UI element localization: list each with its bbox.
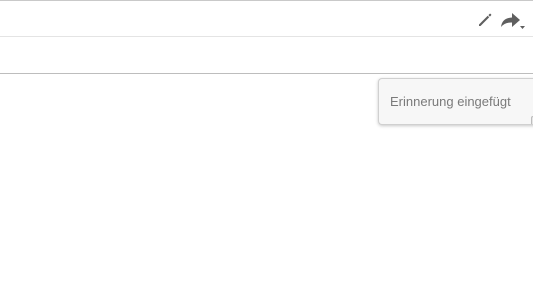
pencil-icon [479,13,492,26]
forward-arrow-icon [501,13,525,29]
mail-view: Erinnerung eingefügt [0,0,533,300]
notification-message: Erinnerung eingefügt [390,94,511,109]
notification-toast: Erinnerung eingefügt [378,78,533,125]
caret-down-icon [520,26,525,29]
message-toolbar [0,0,533,37]
message-header-bar [0,37,533,74]
edit-button[interactable] [474,9,496,31]
forward-button[interactable] [499,9,527,31]
